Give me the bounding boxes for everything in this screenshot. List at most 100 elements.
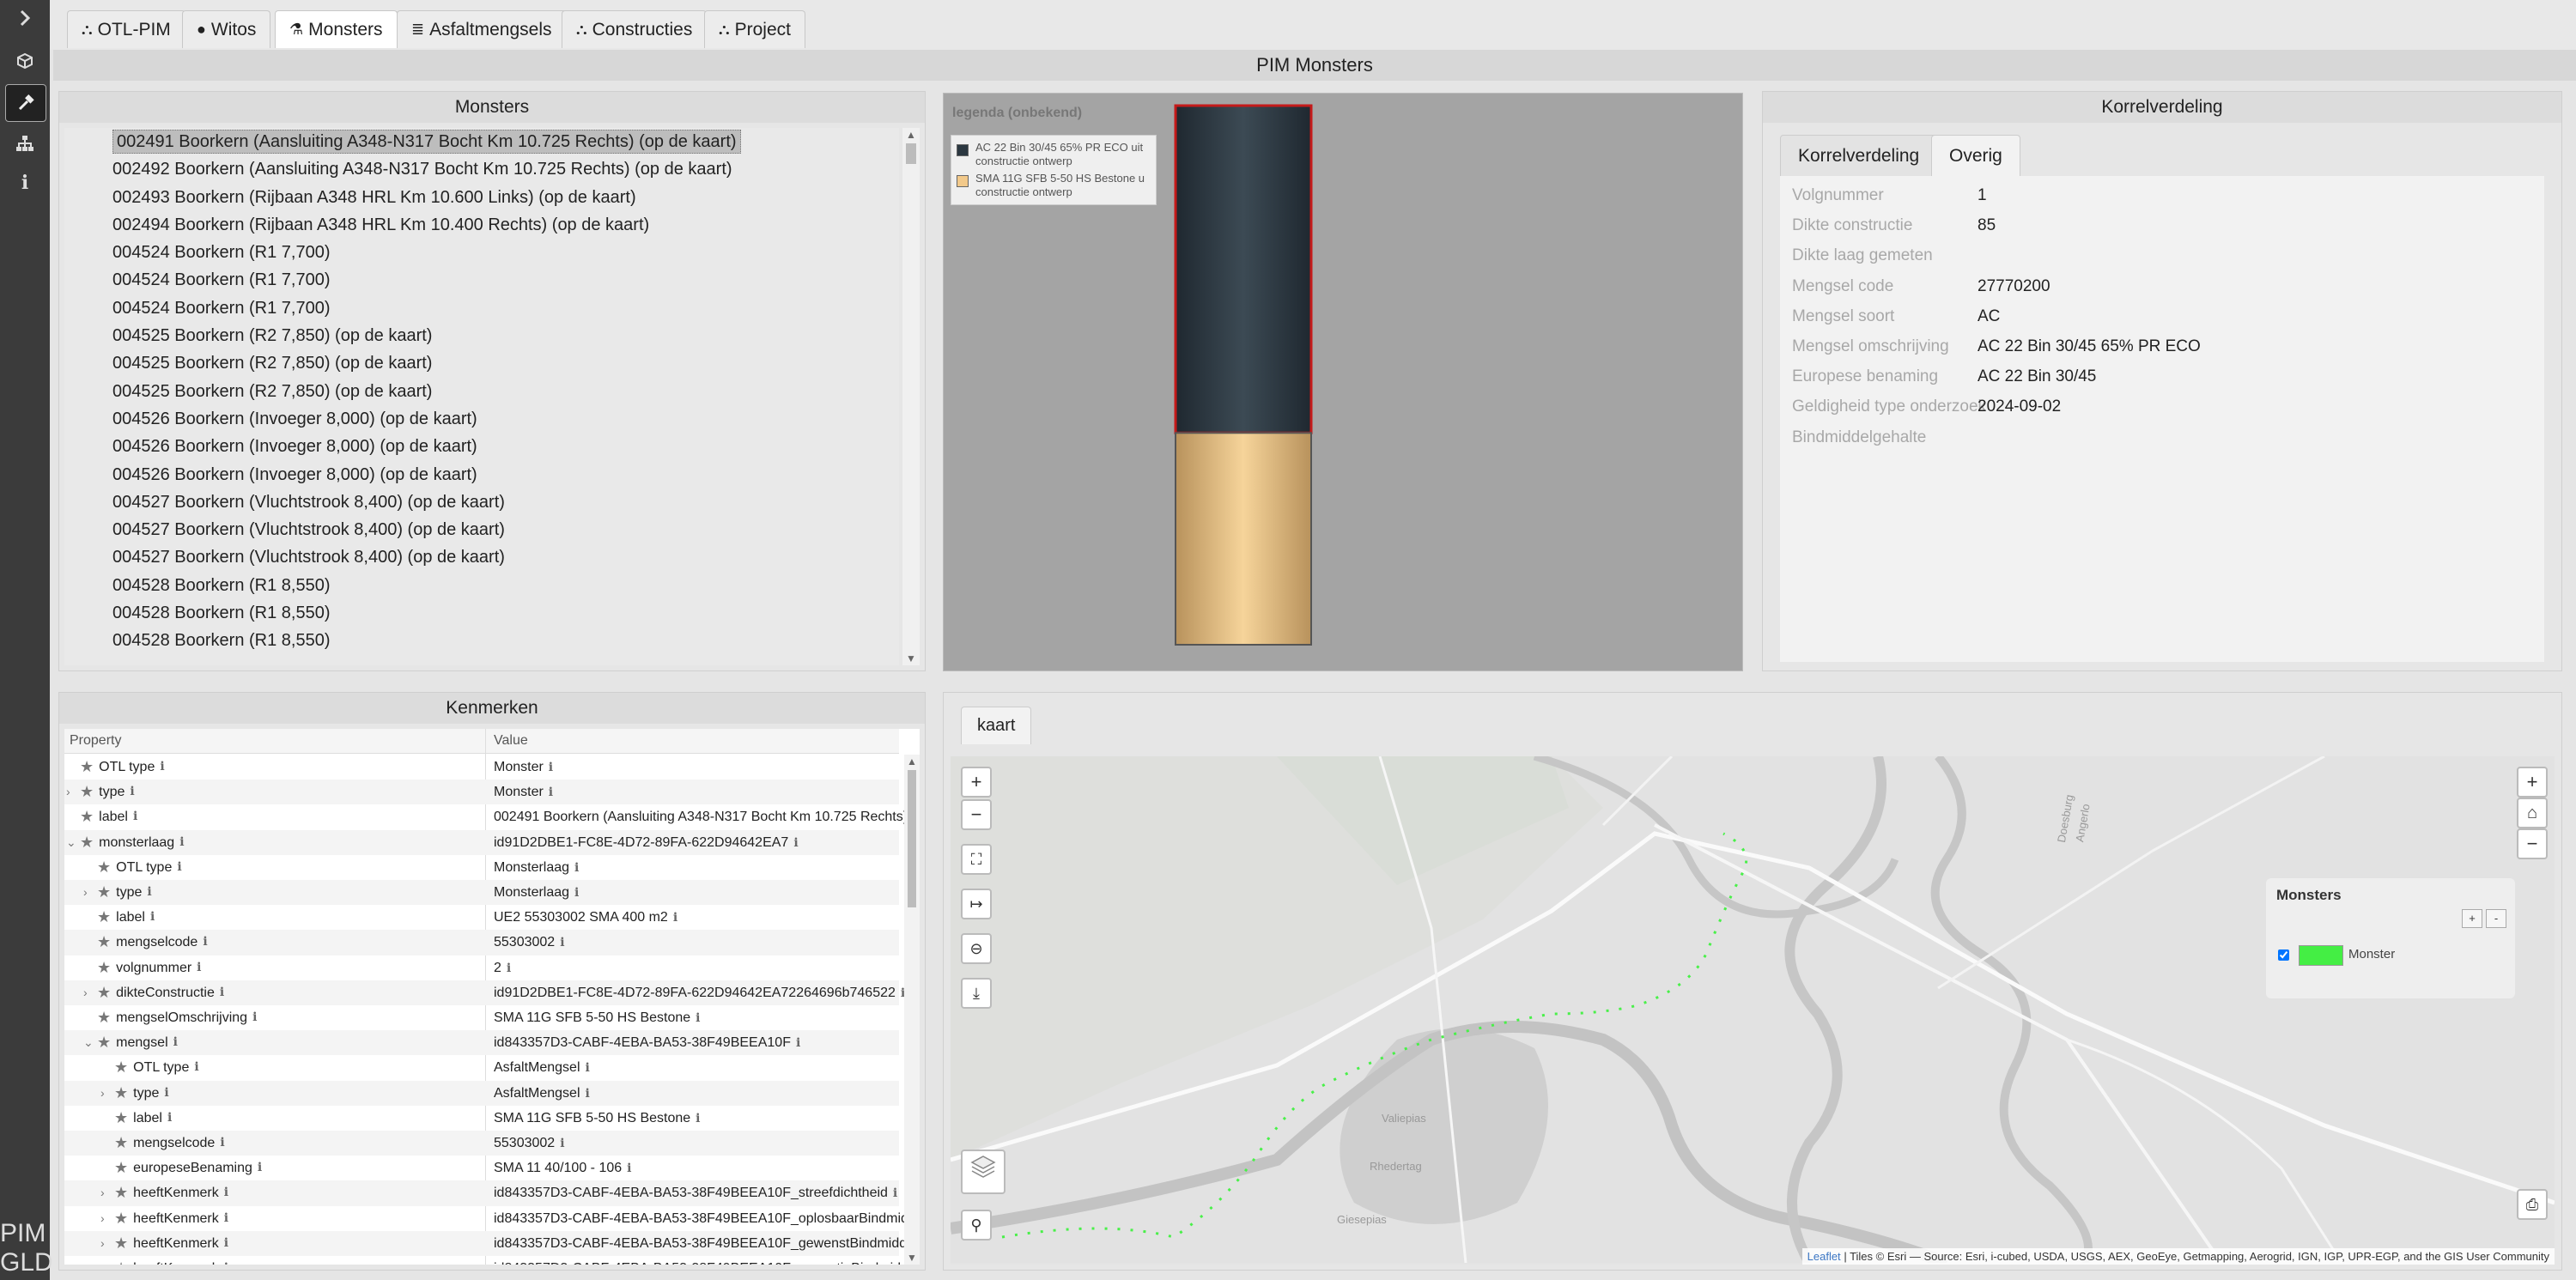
star-icon[interactable]: ★ <box>114 1131 128 1156</box>
table-row[interactable]: ★ OTL type i AsfaltMengsel i <box>64 1055 899 1080</box>
core-layer-sma11[interactable] <box>1175 432 1312 646</box>
info-icon[interactable]: i <box>224 1256 228 1265</box>
fullscreen-icon[interactable]: ⛶ <box>961 844 992 875</box>
measure-icon[interactable]: ↦ <box>961 889 992 919</box>
kenmerken-scrollbar[interactable]: ▲ ▼ <box>904 755 920 1265</box>
info-icon[interactable]: i <box>252 1005 257 1030</box>
tab-overig[interactable]: Overig <box>1931 135 2020 176</box>
scroll-thumb[interactable] <box>908 770 916 907</box>
list-item[interactable]: 004525 Boorkern (R2 7,850) (op de kaart) <box>64 322 899 349</box>
scroll-down-icon[interactable]: ▼ <box>902 652 920 665</box>
star-icon[interactable]: ★ <box>97 980 111 1005</box>
info-icon[interactable]: i <box>258 1156 262 1180</box>
star-icon[interactable]: ★ <box>114 1180 128 1205</box>
table-row[interactable]: ★ OTL type i Monsterlaag i <box>64 855 899 880</box>
scroll-up-icon[interactable]: ▲ <box>904 755 920 768</box>
star-icon[interactable]: ★ <box>114 1055 128 1080</box>
table-row[interactable]: ›★heeftKenmerkiid843357D3-CABF-4EBA-BA53… <box>64 1230 920 1256</box>
star-icon[interactable]: ★ <box>97 955 111 980</box>
tab-project[interactable]: ⛬ Project <box>704 10 805 48</box>
cube-icon[interactable] <box>5 43 45 79</box>
collapse-legend-button[interactable]: - <box>2486 909 2506 928</box>
list-item[interactable]: 004527 Boorkern (Vluchtstrook 8,400) (op… <box>64 488 899 516</box>
star-icon[interactable]: ★ <box>114 1231 128 1256</box>
table-row[interactable]: › ★ dikteConstructie i id91D2DBE1-FC8E-4D72-… <box>64 980 905 1005</box>
table-row[interactable]: ›★heeftKenmerkiid843357D3-CABF-4EBA-BA53… <box>64 1256 920 1265</box>
info-icon[interactable]: i <box>586 1087 590 1101</box>
download-icon[interactable]: ⤓ <box>961 978 992 1009</box>
info-icon[interactable]: i <box>893 1186 897 1200</box>
info-icon[interactable]: i <box>549 761 553 774</box>
list-item[interactable]: 002493 Boorkern (Rijbaan A348 HRL Km 10.… <box>64 184 899 211</box>
tab-constructies[interactable]: ⛬ Constructies <box>562 10 708 48</box>
info-icon[interactable]: i <box>179 830 184 855</box>
list-item[interactable]: 004524 Boorkern (R1 7,700) <box>64 266 899 294</box>
info-icon[interactable]: i <box>197 955 201 980</box>
collapse-icon[interactable]: ⌄ <box>66 830 76 855</box>
info-icon[interactable]: i <box>696 1112 700 1125</box>
list-item[interactable]: 004526 Boorkern (Invoeger 8,000) (op de … <box>64 405 899 433</box>
list-item[interactable]: 004528 Boorkern (R1 8,550) <box>64 599 899 627</box>
list-item[interactable]: 004528 Boorkern (R1 8,550) <box>64 572 899 599</box>
table-row[interactable]: ›★heeftKenmerkiid843357D3-CABF-4EBA-BA53… <box>64 1206 920 1231</box>
table-row[interactable]: ★ volgnummer i 2 i <box>64 955 899 980</box>
info-icon[interactable]: i <box>549 786 553 799</box>
list-item[interactable]: 004526 Boorkern (Invoeger 8,000) (op de … <box>64 461 899 488</box>
expand-sidebar-icon[interactable] <box>5 0 45 36</box>
zoom-out-button-right[interactable]: − <box>2517 828 2548 859</box>
expand-icon[interactable]: › <box>100 1081 109 1106</box>
tab-korrelverdeling[interactable]: Korrelverdeling <box>1780 135 1938 176</box>
star-icon[interactable]: ★ <box>97 1005 111 1030</box>
expand-icon[interactable]: › <box>100 1180 109 1205</box>
info-icon[interactable]: i <box>177 855 181 880</box>
layers-icon[interactable] <box>961 1150 1005 1194</box>
info-icon[interactable]: i <box>203 930 207 955</box>
monsters-list[interactable]: 002491 Boorkern (Aansluiting A348-N317 B… <box>64 128 899 665</box>
scroll-down-icon[interactable]: ▼ <box>904 1251 920 1265</box>
info-icon[interactable]: i <box>220 1131 224 1156</box>
list-item[interactable]: 004528 Boorkern (R1 8,550) <box>64 627 899 654</box>
zoom-in-button-right[interactable]: + <box>2517 767 2548 798</box>
table-row[interactable]: ›★heeftKenmerkiid843357D3-CABF-4EBA-BA53… <box>64 1180 899 1206</box>
info-icon[interactable]: i <box>164 1081 168 1106</box>
tab-kaart[interactable]: kaart <box>961 707 1032 744</box>
info-icon[interactable]: i <box>507 962 511 975</box>
list-item[interactable]: 004527 Boorkern (Vluchtstrook 8,400) (op… <box>64 543 899 571</box>
info-icon[interactable]: i <box>574 861 579 875</box>
table-row[interactable]: ★ label i SMA 11G SFB 5-50 HS Bestone i <box>64 1106 899 1131</box>
info-icon[interactable]: i <box>167 1106 172 1131</box>
hammer-icon[interactable] <box>5 84 46 122</box>
info-icon[interactable]: i <box>173 1030 178 1055</box>
list-item[interactable]: 002492 Boorkern (Aansluiting A348-N317 B… <box>64 155 899 183</box>
star-icon[interactable]: ★ <box>97 855 111 880</box>
tab-witos[interactable]: ● Witos <box>182 10 271 48</box>
table-row[interactable]: ⌄ ★ mengsel i id843357D3-CABF-4EBA-BA53-38F4… <box>64 1030 899 1056</box>
column-header-value[interactable]: Value <box>494 733 528 749</box>
star-icon[interactable]: ★ <box>80 780 94 804</box>
star-icon[interactable]: ★ <box>97 1030 111 1055</box>
map[interactable]: Doesburg Angerlo Valiepias Rhedertag Gie… <box>951 756 2555 1265</box>
star-icon[interactable]: ★ <box>114 1081 128 1106</box>
expand-icon[interactable]: › <box>100 1256 109 1265</box>
info-icon[interactable]: i <box>224 1206 228 1231</box>
info-icon[interactable]: i <box>147 880 151 905</box>
table-row[interactable]: ★ mengselcode i 55303002 i <box>64 930 899 955</box>
zoom-in-button[interactable]: + <box>961 767 992 798</box>
zoom-out-button[interactable]: − <box>961 799 992 830</box>
table-row[interactable]: ★ mengselcode i 55303002 i <box>64 1131 899 1156</box>
table-row[interactable]: ★ OTL type i Monster i <box>64 755 899 780</box>
info-icon[interactable]: i <box>5 165 45 201</box>
leaflet-link[interactable]: Leaflet <box>1807 1250 1841 1263</box>
star-icon[interactable]: ★ <box>114 1106 128 1131</box>
info-icon[interactable]: i <box>160 755 164 780</box>
core-layer-ac22[interactable] <box>1174 104 1313 434</box>
info-icon[interactable]: i <box>793 836 798 850</box>
expand-icon[interactable]: › <box>100 1206 109 1231</box>
list-item[interactable]: 002494 Boorkern (Rijbaan A348 HRL Km 10.… <box>64 211 899 239</box>
info-icon[interactable]: i <box>574 886 579 900</box>
expand-icon[interactable]: › <box>66 780 75 804</box>
minus-circle-icon[interactable]: ⊖ <box>961 933 992 964</box>
info-icon[interactable]: i <box>627 1162 631 1175</box>
tab-otl-pim[interactable]: ⛬ OTL-PIM <box>67 10 185 48</box>
list-item[interactable]: 004526 Boorkern (Invoeger 8,000) (op de … <box>64 433 899 460</box>
